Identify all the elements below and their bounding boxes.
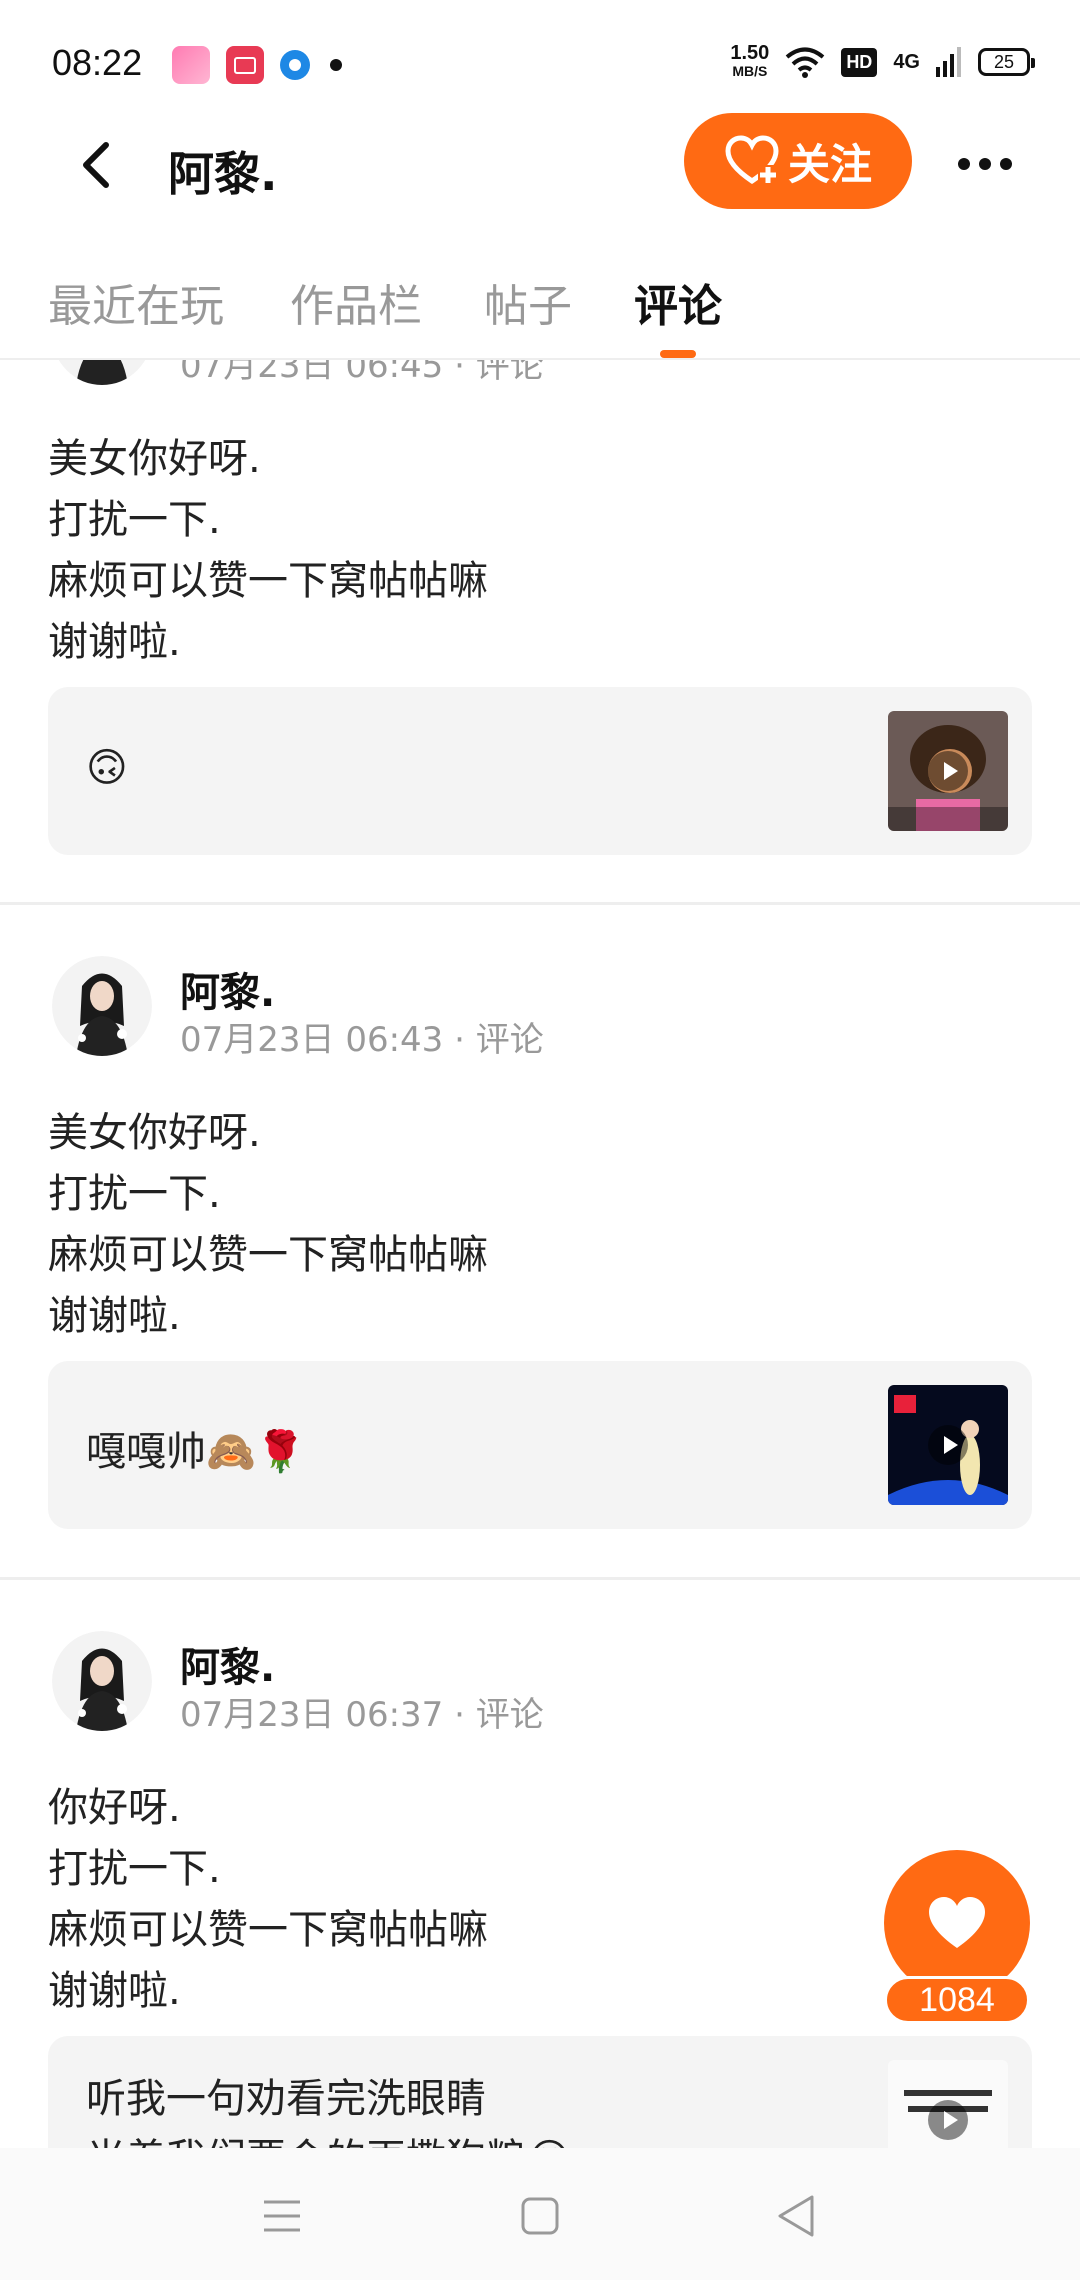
- hd-badge: HD: [841, 47, 878, 77]
- battery-indicator: 25: [978, 48, 1035, 76]
- quoted-post-card[interactable]: 🙃: [48, 687, 1032, 855]
- page-title: 阿黎.: [168, 147, 278, 201]
- quoted-post-text: 嘎嘎帅🙈🌹: [86, 1429, 306, 1475]
- system-indicators: 1.50 MB/S HD 4G 25: [730, 42, 1035, 80]
- play-icon: [928, 751, 968, 791]
- comment-text: 打扰一下.: [48, 1846, 221, 1892]
- avatar-image: [52, 1631, 152, 1731]
- comment-text: 麻烦可以赞一下窝帖帖嘛: [48, 558, 488, 604]
- avatar-image: [52, 956, 152, 1056]
- back-icon: [778, 2195, 814, 2237]
- home-icon: [521, 2197, 559, 2235]
- network-type: 4G: [893, 50, 920, 73]
- comment-meta: 07月23日 06:45 · 评论: [180, 360, 544, 386]
- comment-text: 麻烦可以赞一下窝帖帖嘛: [48, 1907, 488, 1953]
- like-count: 1084: [884, 1976, 1030, 2024]
- menu-button[interactable]: [252, 2188, 312, 2244]
- heart-plus-icon: [725, 135, 779, 185]
- comment-meta: 07月23日 06:43 · 评论: [180, 1020, 544, 1060]
- net-speed-value: 1.50: [730, 42, 770, 64]
- quoted-post-text: 光着我们要会的再撒狗粮😂: [86, 2126, 573, 2148]
- more-dot: [979, 158, 991, 170]
- comment-text: 你好呀.: [48, 1785, 181, 1831]
- text-video-thumbnail[interactable]: [888, 2060, 1008, 2148]
- tab-works[interactable]: 作品栏: [290, 270, 422, 334]
- active-tab-indicator: [660, 350, 696, 358]
- screen-recorder-icon: [226, 46, 264, 84]
- heart-icon: [929, 1897, 985, 1948]
- net-speed: 1.50 MB/S: [730, 42, 770, 80]
- quoted-post-card[interactable]: 听我一句劝看完洗眼睛 光着我们要会的再撒狗粮😂: [48, 2036, 1032, 2148]
- tab-recently-played[interactable]: 最近在玩: [48, 270, 224, 334]
- avatar[interactable]: [52, 956, 152, 1056]
- user-name[interactable]: 阿黎.: [180, 1635, 275, 1693]
- play-icon: [928, 1425, 968, 1465]
- comment-text: 打扰一下.: [48, 497, 221, 543]
- profile-header: 阿黎. 关注: [0, 110, 1080, 220]
- bilibili-app-icon: [172, 46, 210, 84]
- avatar[interactable]: [52, 1631, 152, 1731]
- comment-text: 谢谢啦.: [48, 1968, 181, 2014]
- comment-meta: 07月23日 06:37 · 评论: [180, 1695, 544, 1735]
- divider: [0, 1577, 1080, 1580]
- quoted-post-card[interactable]: 嘎嘎帅🙈🌹: [48, 1361, 1032, 1529]
- comment-text: 打扰一下.: [48, 1171, 221, 1217]
- profile-tabs: 最近在玩 作品栏 帖子 评论: [0, 250, 1080, 360]
- status-time: 08:22: [52, 42, 143, 83]
- stage-video-thumbnail[interactable]: [888, 1385, 1008, 1505]
- wifi-icon: [786, 47, 825, 78]
- comment-text: 美女你好呀.: [48, 436, 261, 482]
- system-nav-bar: [0, 2148, 1080, 2280]
- comment-text: 谢谢啦.: [48, 619, 181, 665]
- more-dot: [1000, 158, 1012, 170]
- menu-icon: [264, 2200, 300, 2232]
- browser-icon: [280, 50, 310, 80]
- divider: [0, 902, 1080, 905]
- back-button[interactable]: [60, 130, 130, 200]
- quoted-post-text: 🙃: [86, 745, 128, 791]
- signal-icon: [936, 47, 961, 77]
- dora-video-thumbnail[interactable]: [888, 711, 1008, 831]
- more-notifications-dot: [330, 59, 342, 71]
- follow-label: 关注: [787, 139, 872, 189]
- like-button[interactable]: [884, 1850, 1030, 1996]
- tab-comments[interactable]: 评论: [634, 270, 722, 334]
- tab-posts[interactable]: 帖子: [484, 270, 572, 334]
- comment-text: 美女你好呀.: [48, 1110, 261, 1156]
- comment-text: 谢谢啦.: [48, 1293, 181, 1339]
- play-icon: [928, 2100, 968, 2140]
- quoted-post-text: 听我一句劝看完洗眼睛: [86, 2076, 486, 2122]
- more-options-button[interactable]: [950, 138, 1020, 190]
- avatar[interactable]: [52, 360, 152, 385]
- follow-button[interactable]: 关注: [684, 113, 912, 209]
- more-dot: [958, 158, 970, 170]
- comment-text: 麻烦可以赞一下窝帖帖嘛: [48, 1232, 488, 1278]
- user-name[interactable]: 阿黎.: [180, 960, 275, 1018]
- back-nav-button[interactable]: [766, 2188, 826, 2244]
- home-button[interactable]: [510, 2188, 570, 2244]
- notification-icons: [172, 46, 342, 84]
- avatar-image: [58, 360, 146, 385]
- chevron-left-icon: [83, 142, 109, 188]
- net-speed-unit: MB/S: [732, 63, 768, 79]
